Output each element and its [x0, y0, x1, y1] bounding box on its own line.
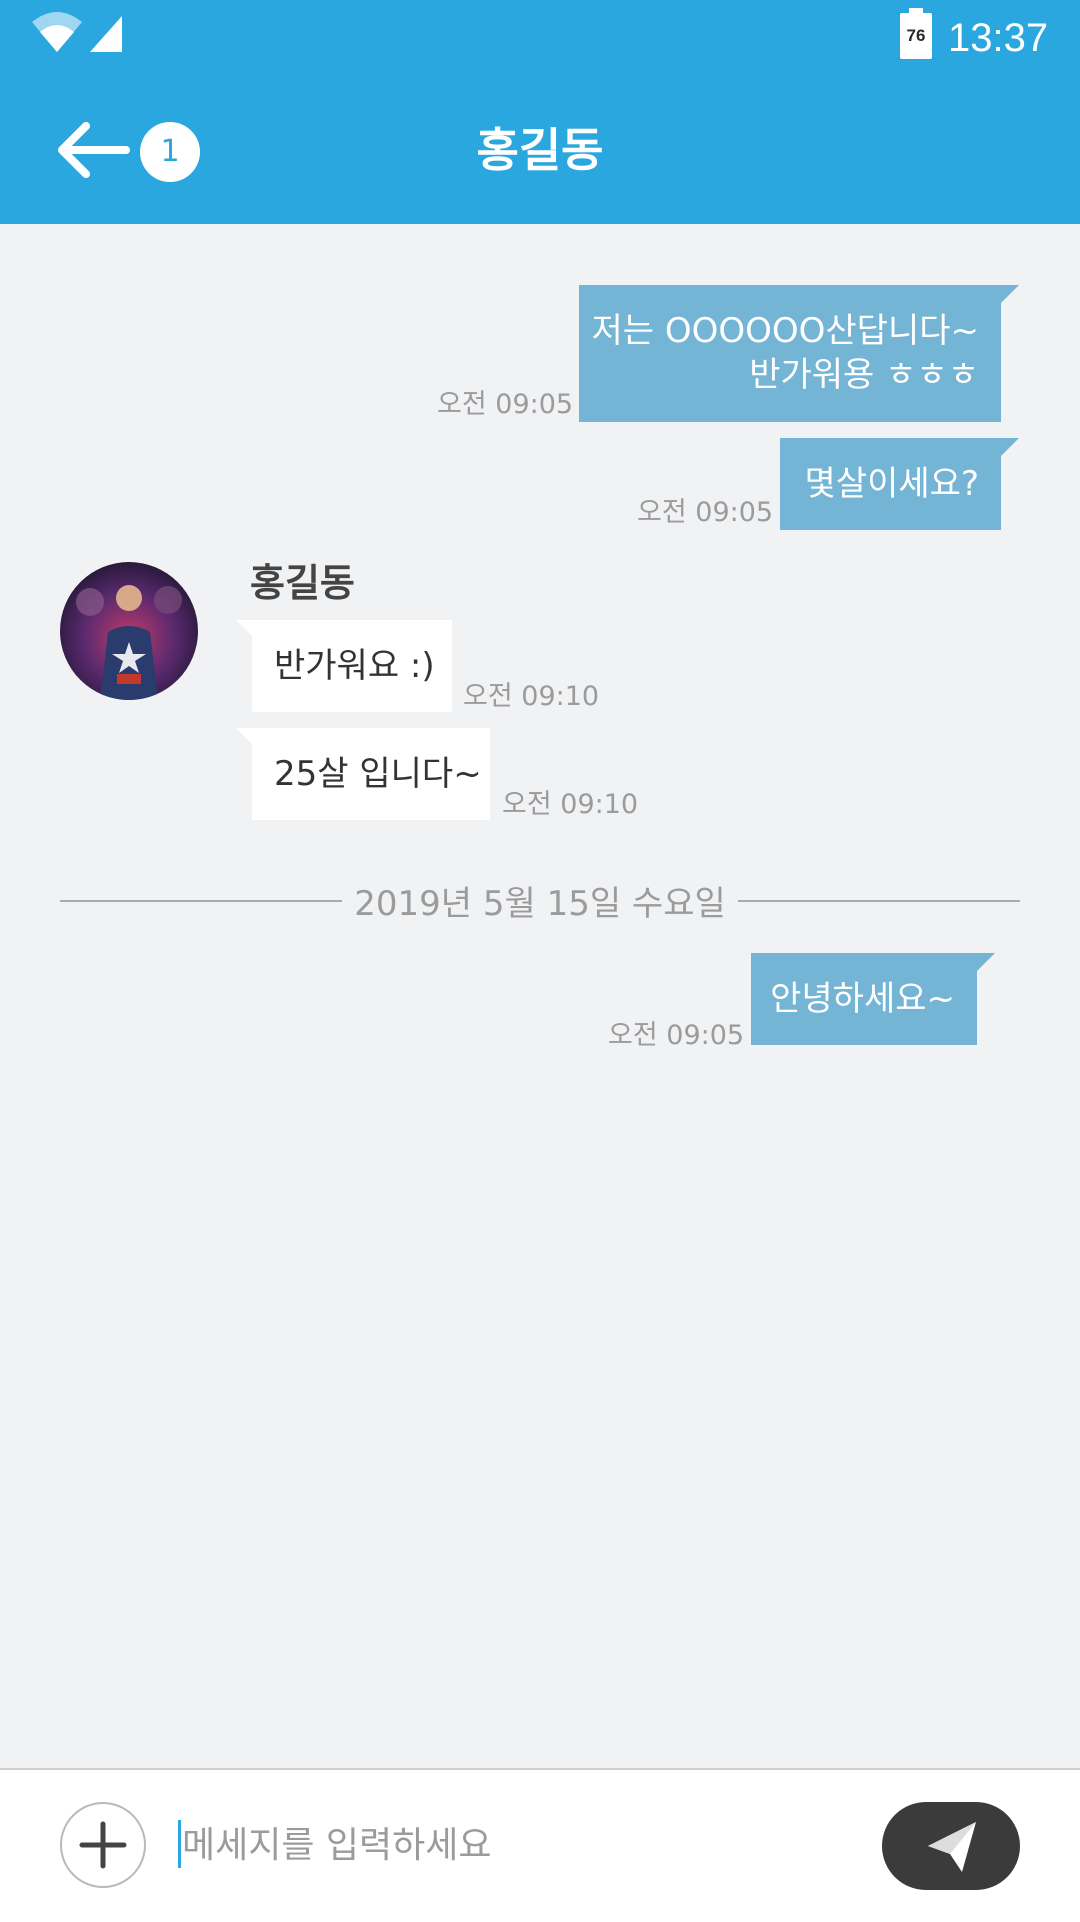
avatar-image	[60, 562, 198, 700]
message-time: 오전 09:10	[502, 789, 639, 820]
message-time: 오전 09:10	[463, 681, 600, 712]
message-text: 반가워요 :)	[274, 646, 435, 686]
message-time: 오전 09:05	[608, 1020, 745, 1051]
battery-icon: 76	[899, 8, 933, 64]
composer-bar	[0, 1768, 1080, 1922]
avatar[interactable]	[60, 562, 198, 700]
paper-plane-icon	[928, 1822, 976, 1872]
message-text: 안녕하세요~	[770, 979, 955, 1019]
plus-icon	[79, 1821, 127, 1869]
sender-name: 홍길동	[250, 561, 355, 605]
my-message-bubble[interactable]: 몇살이세요?	[780, 438, 1019, 530]
date-divider: 2019년 5월 15일 수요일	[354, 884, 726, 924]
message-text: 저는 OOOOOO산답니다~	[591, 311, 979, 351]
message-text: 몇살이세요?	[804, 464, 979, 504]
message-time: 오전 09:05	[437, 389, 574, 420]
arrow-left-icon	[58, 122, 130, 178]
message-input[interactable]	[178, 1810, 842, 1880]
message-text: 25살 입니다~	[274, 754, 482, 794]
message-time: 오전 09:05	[637, 497, 774, 528]
their-message-bubble[interactable]: 25살 입니다~	[236, 728, 490, 820]
their-message-bubble[interactable]: 반가워요 :)	[236, 620, 452, 712]
battery-level: 76	[906, 26, 926, 45]
divider-line-right	[738, 900, 1020, 902]
send-button[interactable]	[882, 1802, 1020, 1890]
message-text: 반가워용 ㅎㅎㅎ	[749, 355, 979, 395]
divider-line-left	[60, 900, 342, 902]
my-message-bubble[interactable]: 저는 OOOOOO산답니다~ 반가워용 ㅎㅎㅎ	[579, 285, 1019, 422]
status-bar: 76 13:37	[0, 0, 1080, 76]
app-bar: 1 홍길동	[0, 76, 1080, 224]
clock: 13:37	[948, 16, 1049, 60]
wifi-icon	[30, 10, 84, 58]
unread-count-badge[interactable]: 1	[140, 122, 200, 182]
signal-icon	[88, 14, 124, 58]
my-message-bubble[interactable]: 안녕하세요~	[751, 953, 995, 1045]
back-button[interactable]	[54, 118, 134, 182]
attach-button[interactable]	[60, 1802, 146, 1888]
